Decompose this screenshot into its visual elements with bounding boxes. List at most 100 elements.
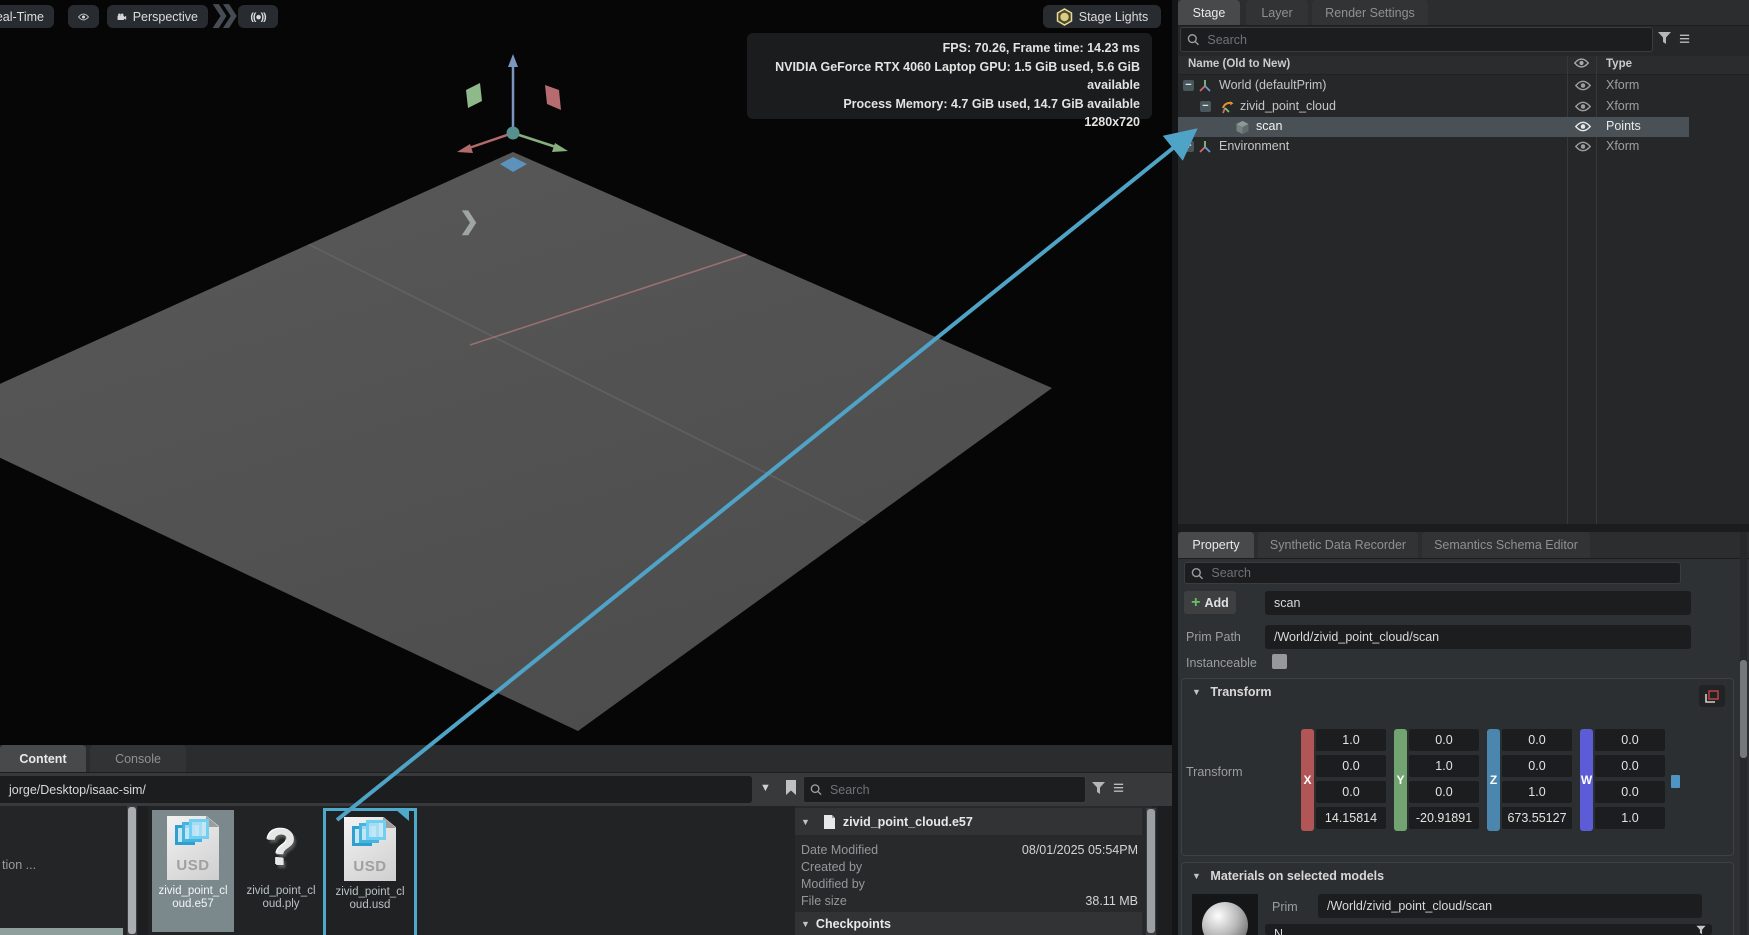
visibility-options-button[interactable]	[68, 5, 99, 28]
matrix-cell[interactable]: 0.0	[1316, 755, 1386, 777]
tab-render-settings[interactable]: Render Settings	[1312, 0, 1428, 25]
matrix-edit-indicator[interactable]	[1671, 775, 1680, 788]
material-name-field[interactable]: N	[1265, 924, 1712, 935]
matrix-cell[interactable]: 0.0	[1595, 781, 1665, 803]
search-icon	[810, 783, 822, 796]
add-property-button[interactable]: + Add	[1184, 591, 1236, 614]
audio-listener-button[interactable]: ((●))	[238, 5, 278, 28]
matrix-cell[interactable]: 1.0	[1502, 781, 1572, 803]
collapse-icon[interactable]: −	[1183, 80, 1194, 91]
property-search-input[interactable]	[1209, 565, 1674, 581]
panel-divider[interactable]	[138, 806, 148, 935]
matrix-cell[interactable]: 14.15814	[1316, 807, 1386, 829]
stage-search-field[interactable]	[1180, 27, 1653, 52]
checkpoints-section-header[interactable]: ▼ Checkpoints	[795, 912, 1142, 935]
tree-item-label[interactable]: zivid_point_cloud	[1240, 99, 1336, 113]
path-dropdown-icon[interactable]: ▼	[760, 782, 771, 794]
stage-search-input[interactable]	[1205, 32, 1646, 48]
xform-prim-icon	[1221, 100, 1235, 114]
axis-gizmo[interactable]	[440, 48, 580, 178]
sidebar-tree-item[interactable]: tion ...	[2, 858, 36, 872]
column-name-header[interactable]: Name (Old to New)	[1188, 58, 1290, 70]
matrix-cell[interactable]: 1.0	[1409, 755, 1479, 777]
matrix-cell[interactable]: 673.55127	[1502, 807, 1572, 829]
visibility-eye-icon[interactable]	[1575, 80, 1591, 94]
material-preview-thumbnail[interactable]	[1192, 894, 1258, 935]
file-tile-e57[interactable]: USD zivid_point_cl oud.e57	[152, 810, 234, 932]
horizontal-scrollbar[interactable]	[0, 928, 123, 935]
filter-funnel-icon[interactable]	[1091, 781, 1106, 795]
tree-row-world[interactable]: − World (defaultPrim) Xform	[1178, 76, 1689, 96]
tab-content[interactable]: Content	[0, 745, 86, 772]
matrix-cell[interactable]: 1.0	[1595, 807, 1665, 829]
file-details-header[interactable]: ▼ zivid_point_cloud.e57	[795, 808, 1142, 835]
instanceable-checkbox[interactable]	[1272, 654, 1287, 669]
tree-item-label[interactable]: Environment	[1219, 139, 1289, 153]
usd-file-icon: USD	[167, 816, 219, 880]
visibility-eye-icon[interactable]	[1575, 101, 1591, 115]
matrix-cell[interactable]: 0.0	[1595, 729, 1665, 751]
realtime-mode-button[interactable]: eal-Time	[0, 5, 54, 28]
tab-property[interactable]: Property	[1178, 532, 1254, 558]
matrix-cell[interactable]: 0.0	[1502, 755, 1572, 777]
panel-divider[interactable]	[1178, 524, 1749, 532]
tree-row-scan[interactable]: scan Points	[1178, 117, 1689, 137]
viewport-expand-chevron[interactable]: ❯	[459, 207, 479, 236]
filter-funnel-icon[interactable]	[1694, 925, 1708, 935]
instanceable-label: Instanceable	[1186, 656, 1257, 670]
file-tile-ply[interactable]: ? zivid_point_cl oud.ply	[240, 810, 322, 932]
matrix-cell[interactable]: 0.0	[1409, 781, 1479, 803]
sidebar-scrollbar-thumb[interactable]	[128, 807, 136, 934]
add-label: Add	[1205, 596, 1229, 610]
checkpoints-label: Checkpoints	[816, 917, 891, 931]
matrix-cell[interactable]: 1.0	[1316, 729, 1386, 751]
detail-row: Date Modified08/01/2025 05:54PM	[795, 843, 1148, 859]
matrix-cell[interactable]: 0.0	[1316, 781, 1386, 803]
column-visibility-header[interactable]	[1574, 58, 1589, 71]
stage-lights-button[interactable]: Stage Lights	[1043, 5, 1161, 28]
file-name: oud.e57	[172, 898, 214, 911]
path-field[interactable]: jorge/Desktop/isaac-sim/	[0, 776, 752, 803]
details-scrollbar-thumb[interactable]	[1147, 809, 1155, 933]
stage-tree-header[interactable]: Name (Old to New) Type	[1178, 56, 1749, 75]
tree-row-zivid-point-cloud[interactable]: − zivid_point_cloud Xform	[1178, 97, 1689, 117]
isaac-sim-window: ❯ eal-Time Perspective ❯❯ ((●))	[0, 0, 1749, 935]
camera-perspective-button[interactable]: Perspective	[107, 5, 208, 28]
property-search-field[interactable]	[1184, 562, 1681, 584]
material-prim-field[interactable]: /World/zivid_point_cloud/scan	[1318, 894, 1702, 918]
content-tree-sidebar[interactable]: tion ...	[0, 806, 126, 935]
tree-item-label[interactable]: World (defaultPrim)	[1219, 78, 1326, 92]
tab-console[interactable]: Console	[90, 745, 186, 772]
tree-item-label[interactable]: scan	[1256, 119, 1282, 133]
visibility-eye-icon[interactable]	[1575, 141, 1591, 155]
prim-path-field[interactable]: /World/zivid_point_cloud/scan	[1265, 625, 1691, 649]
expand-icon[interactable]: +	[1183, 141, 1194, 152]
tree-row-environment[interactable]: + Environment Xform	[1178, 137, 1689, 157]
tab-synthetic-data-recorder[interactable]: Synthetic Data Recorder	[1258, 532, 1418, 558]
content-search-field[interactable]	[803, 776, 1086, 803]
matrix-cell[interactable]: -20.91891	[1409, 807, 1479, 829]
detail-row: Modified by	[795, 877, 1148, 893]
filter-funnel-icon[interactable]	[1657, 31, 1672, 45]
matrix-cell[interactable]: 0.0	[1502, 729, 1572, 751]
tab-layer[interactable]: Layer	[1246, 0, 1308, 25]
matrix-cell[interactable]: 0.0	[1595, 755, 1665, 777]
viewport-3d[interactable]: ❯ eal-Time Perspective ❯❯ ((●))	[0, 0, 1172, 745]
matrix-cell[interactable]: 0.0	[1409, 729, 1479, 751]
transform-section-header[interactable]: ▼ Transform	[1192, 685, 1272, 699]
content-options-icon[interactable]: ≡	[1113, 776, 1124, 801]
content-search-input[interactable]	[828, 782, 1079, 798]
file-tile-usd-selected[interactable]: USD zivid_point_cl oud.usd	[323, 808, 417, 935]
transform-options-button[interactable]	[1699, 685, 1725, 707]
column-type-header[interactable]: Type	[1606, 58, 1632, 70]
visibility-eye-icon[interactable]	[1575, 121, 1591, 135]
tab-semantics-schema-editor[interactable]: Semantics Schema Editor	[1422, 532, 1590, 558]
listener-icon: ((●))	[250, 11, 265, 23]
property-scrollbar-thumb[interactable]	[1740, 660, 1747, 758]
bookmark-icon[interactable]	[784, 779, 798, 796]
stage-options-icon[interactable]: ≡	[1679, 27, 1690, 52]
collapse-icon[interactable]: −	[1200, 101, 1211, 112]
tab-stage[interactable]: Stage	[1178, 0, 1240, 25]
materials-section-header[interactable]: ▼ Materials on selected models	[1192, 869, 1384, 883]
prim-name-field[interactable]: scan	[1265, 591, 1691, 615]
